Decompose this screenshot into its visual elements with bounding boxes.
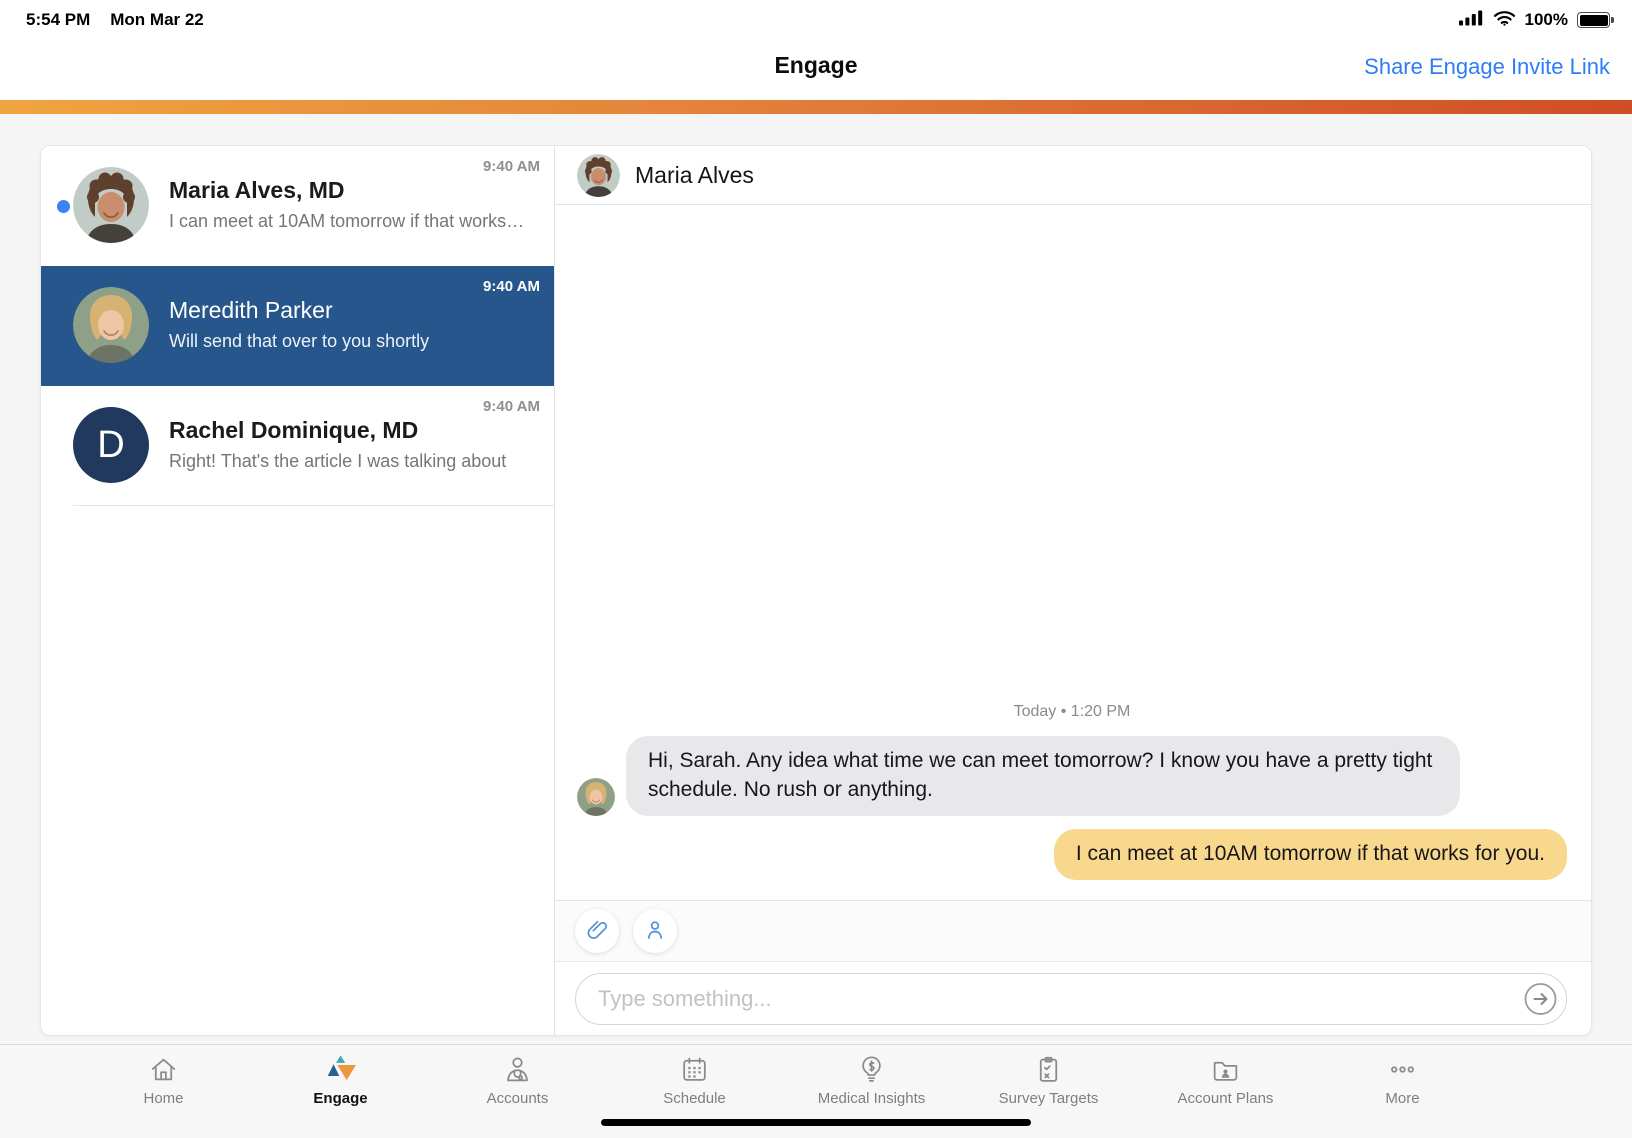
conversation-name: Meredith Parker	[169, 297, 333, 324]
message-incoming: Hi, Sarah. Any idea what time we can mee…	[577, 736, 1567, 816]
conversation-name: Rachel Dominique, MD	[169, 417, 418, 444]
person-icon	[643, 918, 667, 945]
message-outgoing: I can meet at 10AM tomorrow if that work…	[577, 829, 1567, 880]
message-input[interactable]	[575, 973, 1567, 1025]
status-bar: 5:54 PM Mon Mar 22 100%	[0, 0, 1632, 34]
conversation-row-maria[interactable]: 9:40 AM Maria Alves, MD I can meet at 10…	[41, 146, 554, 266]
attach-file-button[interactable]	[575, 909, 619, 953]
chat-header: Maria Alves	[555, 146, 1591, 205]
composer-toolbar	[555, 900, 1591, 961]
incoming-message-bubble: Hi, Sarah. Any idea what time we can mee…	[626, 736, 1460, 816]
conversation-preview: Right! That's the article I was talking …	[169, 451, 537, 472]
tab-label: Engage	[313, 1090, 367, 1107]
share-contact-button[interactable]	[633, 909, 677, 953]
tab-item-engage[interactable]: Engage	[252, 1052, 429, 1138]
survey-targets-icon	[1033, 1052, 1064, 1085]
avatar-meredith	[73, 287, 149, 363]
conversation-list: 9:40 AM Maria Alves, MD I can meet at 10…	[41, 146, 555, 1035]
conversation-time: 9:40 AM	[483, 278, 540, 295]
conversation-name: Maria Alves, MD	[169, 177, 345, 204]
date-divider: Today • 1:20 PM	[577, 703, 1567, 721]
chat-message-area: Today • 1:20 PM Hi, Sarah. Any idea what…	[555, 205, 1591, 900]
account-plans-icon	[1210, 1052, 1241, 1085]
conversation-preview: I can meet at 10AM tomorrow if that work…	[169, 211, 537, 232]
engage-logo-icon	[325, 1052, 357, 1085]
tab-label: More	[1385, 1090, 1419, 1107]
conversation-row-meredith[interactable]: 9:40 AM Meredith Parker Will send that o…	[41, 266, 554, 386]
tab-label: Schedule	[663, 1090, 726, 1107]
conversation-time: 9:40 AM	[483, 158, 540, 175]
message-sender-avatar	[577, 778, 615, 816]
tab-label: Survey Targets	[999, 1090, 1099, 1107]
share-engage-invite-link[interactable]: Share Engage Invite Link	[1364, 54, 1610, 80]
tab-label: Accounts	[487, 1090, 549, 1107]
nav-bar: Engage Share Engage Invite Link	[0, 34, 1632, 100]
battery-icon	[1577, 12, 1610, 28]
wifi-icon	[1493, 10, 1516, 31]
tab-item-account-plans[interactable]: Account Plans	[1137, 1052, 1314, 1138]
composer	[555, 961, 1591, 1035]
schedule-icon	[679, 1052, 710, 1085]
battery-percent: 100%	[1525, 10, 1568, 30]
medical-insights-icon	[856, 1052, 887, 1085]
tab-item-accounts[interactable]: Accounts	[429, 1052, 606, 1138]
avatar-maria	[73, 167, 149, 243]
orange-accent-bar	[0, 100, 1632, 114]
home-icon	[148, 1052, 179, 1085]
tab-item-home[interactable]: Home	[75, 1052, 252, 1138]
tab-label: Account Plans	[1178, 1090, 1274, 1107]
conversation-preview: Will send that over to you shortly	[169, 331, 537, 352]
send-icon	[1524, 1003, 1557, 1018]
more-icon	[1387, 1052, 1418, 1085]
tab-item-more[interactable]: More	[1314, 1052, 1491, 1138]
chat-panel: Maria Alves Today • 1:20 PM Hi, Sarah. A…	[555, 146, 1591, 1035]
home-indicator[interactable]	[601, 1119, 1031, 1126]
unread-dot	[57, 200, 70, 213]
clock-date: Mon Mar 22	[110, 10, 204, 30]
paperclip-icon	[585, 918, 609, 945]
clock-time: 5:54 PM	[26, 10, 90, 30]
cellular-signal-icon	[1459, 10, 1484, 31]
accounts-icon	[502, 1052, 533, 1085]
tab-label: Medical Insights	[818, 1090, 926, 1107]
chat-contact-name: Maria Alves	[635, 162, 754, 189]
send-button[interactable]	[1524, 982, 1557, 1015]
conversation-time: 9:40 AM	[483, 398, 540, 415]
conversation-row-rachel[interactable]: 9:40 AM D Rachel Dominique, MD Right! Th…	[41, 386, 554, 506]
avatar-rachel-initial: D	[73, 407, 149, 483]
outgoing-message-bubble: I can meet at 10AM tomorrow if that work…	[1054, 829, 1567, 880]
chat-contact-avatar	[577, 154, 620, 197]
tab-label: Home	[143, 1090, 183, 1107]
row-divider	[73, 505, 554, 506]
engage-card: 9:40 AM Maria Alves, MD I can meet at 10…	[40, 145, 1592, 1036]
